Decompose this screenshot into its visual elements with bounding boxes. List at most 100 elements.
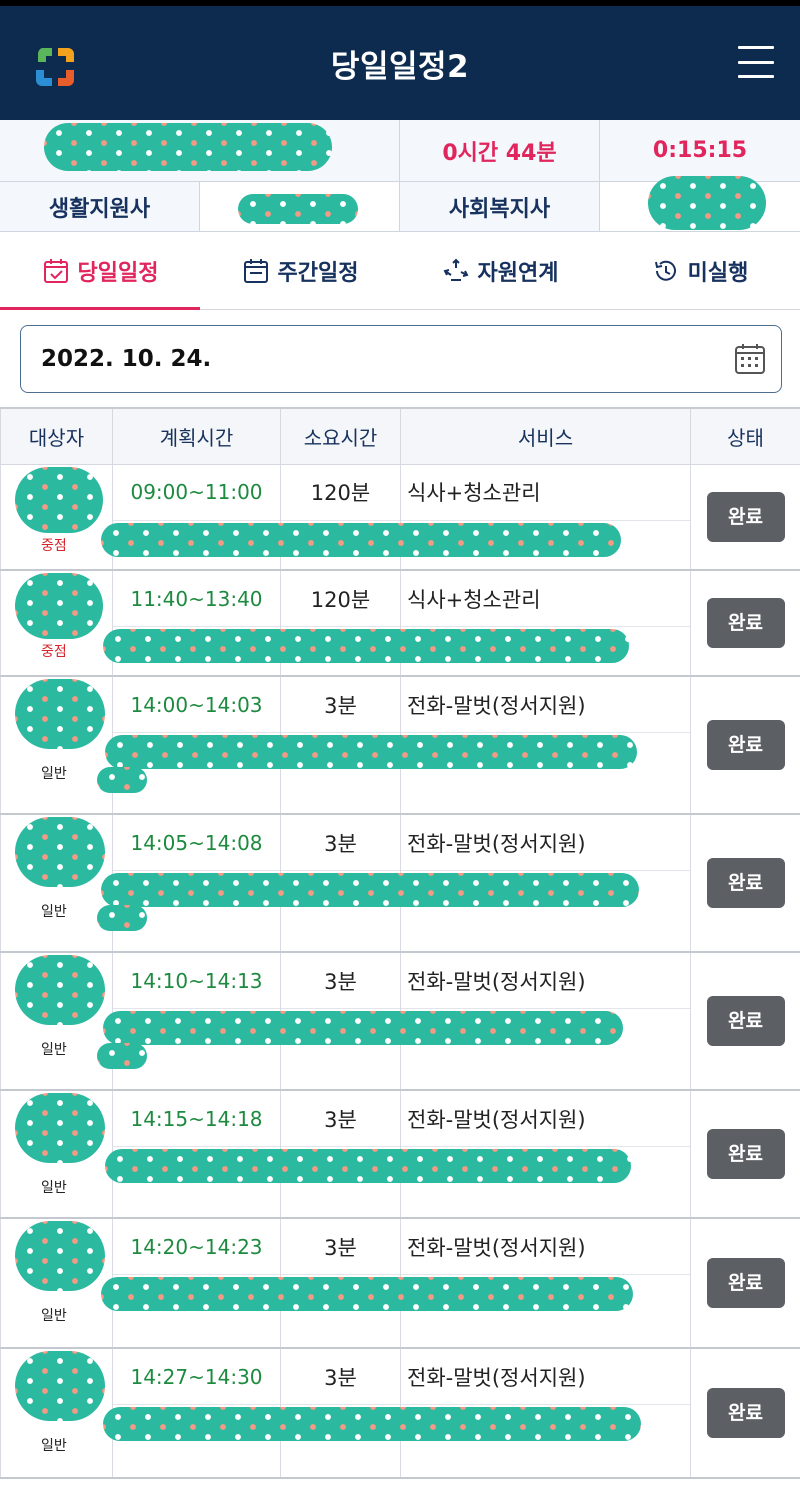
table-row[interactable]: 일반 14:15~14:18 3분 전화-말벗(정서지원) 완료 [0, 1090, 800, 1218]
care-level-badge: 일반 [41, 904, 67, 920]
recipient-cell: 중점 [0, 570, 629, 676]
service-cell: 식사+청소관리 [400, 570, 691, 676]
tab-label: 미실행 [687, 260, 749, 286]
worker-name-cell [0, 120, 400, 181]
service-name: 전화-말벗(정서지원) [401, 815, 690, 871]
duration: 3분 [281, 1349, 400, 1405]
recipient-cell: 중점 [0, 464, 621, 570]
service-name: 전화-말벗(정서지원) [401, 953, 690, 1009]
recipient-cell: 일반 [0, 1348, 641, 1478]
tab-label: 자원연계 [477, 260, 559, 286]
table-row[interactable]: 일반 14:00~14:03 3분 전화-말벗(정서지원) 완료 [0, 676, 800, 814]
redacted-recipient [15, 1351, 105, 1421]
service-cell: 전화-말벗(정서지원) [400, 1348, 691, 1478]
recipient-cell: 일반 [0, 952, 623, 1090]
tab-resource-link[interactable]: 자원연계 [400, 232, 600, 309]
status-cell: 완료 [690, 814, 800, 952]
redacted-recipient [15, 573, 103, 639]
tab-label: 주간일정 [277, 260, 359, 286]
redacted-note-extra [97, 1043, 147, 1069]
table-row[interactable]: 일반 14:27~14:30 3분 전화-말벗(정서지원) 완료 [0, 1348, 800, 1478]
service-cell: 식사+청소관리 [400, 464, 691, 570]
tab-label: 당일일정 [77, 260, 159, 286]
care-level-badge: 일반 [41, 1308, 67, 1324]
duration: 120분 [281, 465, 400, 521]
status-cell: 완료 [690, 1218, 800, 1348]
service-name: 식사+청소관리 [401, 571, 690, 627]
redacted-worker [238, 194, 358, 224]
status-cell: 완료 [690, 464, 800, 570]
redacted-recipient [15, 679, 105, 749]
care-level-badge: 일반 [41, 766, 67, 782]
planned-time: 14:10~14:13 [113, 953, 280, 1009]
tab-not-executed[interactable]: 미실행 [600, 232, 800, 309]
worker-label-cell: 생활지원사 [0, 182, 200, 231]
tab-weekly-schedule[interactable]: 주간일정 [200, 232, 400, 309]
recipient-cell: 일반 [0, 1218, 633, 1348]
duration: 3분 [281, 1091, 400, 1147]
planned-time: 09:00~11:00 [113, 465, 280, 521]
redacted-name [44, 123, 332, 171]
date-picker-field[interactable]: 2022. 10. 24. [20, 325, 782, 393]
redacted-recipient [15, 1221, 105, 1291]
history-icon [654, 260, 676, 281]
redacted-social-worker [648, 176, 766, 230]
complete-button[interactable]: 완료 [706, 1258, 785, 1308]
redacted-recipient [15, 1093, 105, 1163]
complete-button[interactable]: 완료 [706, 996, 785, 1046]
care-level-badge: 일반 [41, 1180, 67, 1196]
redacted-note-extra [97, 767, 147, 793]
table-header-row: 대상자 계획시간 소요시간 서비스 상태 [0, 407, 800, 465]
status-cell: 완료 [690, 1348, 800, 1478]
redacted-recipient [15, 817, 105, 887]
calendar-grid-icon[interactable] [733, 342, 767, 376]
planned-time: 11:40~13:40 [113, 571, 280, 627]
status-cell: 완료 [690, 676, 800, 814]
service-name: 전화-말벗(정서지원) [401, 1349, 690, 1405]
header-service: 서비스 [400, 407, 691, 465]
recipient-cell: 일반 [0, 676, 637, 814]
duration: 3분 [281, 677, 400, 733]
recipient-cell: 일반 [0, 1090, 631, 1218]
recycle-icon [443, 258, 468, 281]
complete-button[interactable]: 완료 [706, 1129, 785, 1179]
social-label-cell: 사회복지사 [400, 182, 600, 231]
header-recipient: 대상자 [0, 407, 113, 465]
duration: 3분 [281, 815, 400, 871]
complete-button[interactable]: 완료 [706, 720, 785, 770]
table-row[interactable]: 일반 14:10~14:13 3분 전화-말벗(정서지원) 완료 [0, 952, 800, 1090]
service-cell: 전화-말벗(정서지원) [400, 1218, 691, 1348]
table-row[interactable]: 중점 11:40~13:40 120분 식사+청소관리 완료 [0, 570, 800, 676]
calendar-icon [243, 258, 268, 283]
service-cell: 전화-말벗(정서지원) [400, 814, 691, 952]
app-logo-icon[interactable] [28, 40, 82, 94]
complete-button[interactable]: 완료 [706, 598, 785, 648]
planned-time: 14:27~14:30 [113, 1349, 280, 1405]
schedule-table: 대상자 계획시간 소요시간 서비스 상태 중점 09:00~11:00 120분 식사… [0, 407, 800, 1479]
worker-label: 생활지원사 [48, 196, 151, 222]
header-duration: 소요시간 [280, 407, 401, 465]
complete-button[interactable]: 완료 [706, 858, 785, 908]
table-row[interactable]: 일반 14:05~14:08 3분 전화-말벗(정서지원) 완료 [0, 814, 800, 952]
duration: 3분 [281, 953, 400, 1009]
care-level-badge: 일반 [41, 1438, 67, 1454]
table-row[interactable]: 일반 14:20~14:23 3분 전화-말벗(정서지원) 완료 [0, 1218, 800, 1348]
complete-button[interactable]: 완료 [706, 491, 785, 542]
care-level-badge: 중점 [41, 537, 67, 554]
header-status: 상태 [690, 407, 800, 465]
service-cell: 전화-말벗(정서지원) [400, 952, 691, 1090]
social-value-cell [600, 176, 800, 231]
redacted-recipient [15, 955, 105, 1025]
service-cell: 전화-말벗(정서지원) [400, 676, 691, 814]
planned-time: 14:05~14:08 [113, 815, 280, 871]
app-header: 당일일정2 [0, 6, 800, 120]
table-row[interactable]: 중점 09:00~11:00 120분 식사+청소관리 완료 [0, 464, 800, 570]
tab-daily-schedule[interactable]: 당일일정 [0, 232, 200, 310]
redacted-note-extra [97, 905, 147, 931]
planned-time: 14:00~14:03 [113, 677, 280, 733]
complete-button[interactable]: 완료 [706, 1388, 785, 1438]
hamburger-menu-icon[interactable] [738, 46, 774, 78]
planned-time: 14:15~14:18 [113, 1091, 280, 1147]
tab-bar: 당일일정 주간일정 자원연계 미실행 [0, 232, 800, 310]
service-name: 전화-말벗(정서지원) [401, 1091, 690, 1147]
